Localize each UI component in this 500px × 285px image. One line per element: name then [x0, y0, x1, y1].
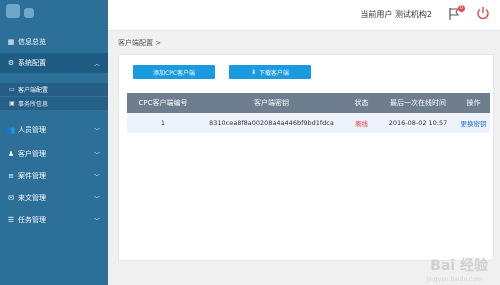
- sidebar-item-tasks[interactable]: ☰ 任务管理 ﹀: [0, 210, 108, 230]
- header: 当前用户 测试机构2 0: [108, 0, 500, 31]
- sidebar-item-overview[interactable]: ▦ 信息总览: [0, 32, 108, 52]
- chevron-down-icon: ﹀: [93, 217, 100, 225]
- add-cpc-client-button[interactable]: 添加CPC客户端: [133, 65, 215, 79]
- logo-mark: [6, 4, 20, 18]
- logo: [0, 0, 108, 30]
- sidebar: ▦ 信息总览 ⚙ 系统配置 ︿ ▭ 客户端配置 ▣ 事务所信息 👥 人员管理 ﹀…: [0, 0, 108, 285]
- sidebar-subitem-client-config[interactable]: ▭ 客户端配置: [0, 83, 108, 96]
- cell-last-online: 2016-08-02 10:57: [388, 119, 448, 127]
- sidebar-item-correspondence[interactable]: ✉ 来文管理 ﹀: [0, 188, 108, 208]
- chevron-up-icon: ︿: [93, 60, 100, 68]
- status-badge: 离线: [355, 120, 368, 128]
- building-icon: ▣: [9, 100, 15, 107]
- power-icon[interactable]: [476, 6, 490, 20]
- logo-mark: [24, 8, 34, 18]
- column-header-last-online: 最后一次在线时间: [390, 99, 446, 107]
- add-cpc-client-label: 添加CPC客户端: [153, 69, 195, 77]
- table-header: CPC客户端编号 客户端密钥 状态 最后一次在线时间 操作: [127, 93, 490, 113]
- sidebar-subitem-label: 事务所信息: [18, 101, 49, 108]
- download-client-button[interactable]: ⬇ 下载客户端: [229, 65, 311, 79]
- current-user-label: 当前用户 测试机构2: [360, 10, 432, 19]
- column-header-action: 操作: [466, 99, 481, 107]
- client-table: CPC客户端编号 客户端密钥 状态 最后一次在线时间 操作 1 8310cea8…: [127, 93, 490, 133]
- sidebar-subitem-label: 客户端配置: [18, 87, 49, 94]
- sidebar-item-personnel[interactable]: 👥 人员管理 ﹀: [0, 120, 108, 140]
- sidebar-item-customers[interactable]: ♟ 客户管理 ﹀: [0, 144, 108, 164]
- sidebar-item-label: 客户管理: [18, 150, 46, 158]
- sidebar-subitem-firm-info[interactable]: ▣ 事务所信息: [0, 97, 108, 110]
- table-row: 1 8310cea8f8a00208a4a446bf9bd1fdca 离线 20…: [127, 113, 490, 133]
- sidebar-item-system-config[interactable]: ⚙ 系统配置 ︿: [0, 53, 108, 73]
- watermark-url: jingyan.baidu.com: [426, 276, 482, 283]
- chevron-down-icon: ﹀: [93, 195, 100, 203]
- column-header-status: 状态: [354, 99, 369, 107]
- watermark: Bai 经验: [430, 258, 488, 274]
- column-header-id: CPC客户端编号: [138, 99, 188, 107]
- download-client-label: 下载客户端: [259, 69, 290, 77]
- dashboard-icon: ▦: [7, 38, 15, 46]
- main-panel: 添加CPC客户端 ⬇ 下载客户端 CPC客户端编号 客户端密钥 状态 最后一次在…: [118, 54, 494, 261]
- sidebar-item-label: 人员管理: [18, 126, 46, 134]
- customer-icon: ♟: [7, 150, 15, 158]
- sidebar-item-label: 来文管理: [18, 194, 46, 202]
- chevron-down-icon: ﹀: [93, 173, 100, 181]
- sidebar-item-label: 系统配置: [18, 59, 46, 67]
- sidebar-item-label: 任务管理: [18, 216, 46, 224]
- cell-id: 1: [160, 119, 166, 127]
- sidebar-item-cases[interactable]: ≡ 案件管理 ﹀: [0, 166, 108, 186]
- chevron-down-icon: ﹀: [93, 151, 100, 159]
- notification-badge: 0: [458, 5, 465, 12]
- download-icon: ⬇: [250, 68, 256, 76]
- change-key-link[interactable]: 更换密钥: [457, 113, 490, 133]
- mail-icon: ✉: [8, 194, 14, 202]
- people-icon: 👥: [6, 126, 16, 134]
- chevron-down-icon: ﹀: [93, 127, 100, 135]
- monitor-icon: ▭: [9, 86, 15, 93]
- sidebar-item-label: 信息总览: [18, 38, 46, 46]
- cell-key: 8310cea8f8a00208a4a446bf9bd1fdca: [209, 119, 334, 127]
- breadcrumb: 客户端配置 >: [118, 39, 162, 47]
- gear-icon: ⚙: [7, 59, 15, 67]
- column-header-key: 客户端密钥: [254, 99, 289, 107]
- sidebar-item-label: 案件管理: [18, 172, 46, 180]
- task-icon: ☰: [7, 216, 15, 224]
- list-icon: ≡: [8, 172, 14, 180]
